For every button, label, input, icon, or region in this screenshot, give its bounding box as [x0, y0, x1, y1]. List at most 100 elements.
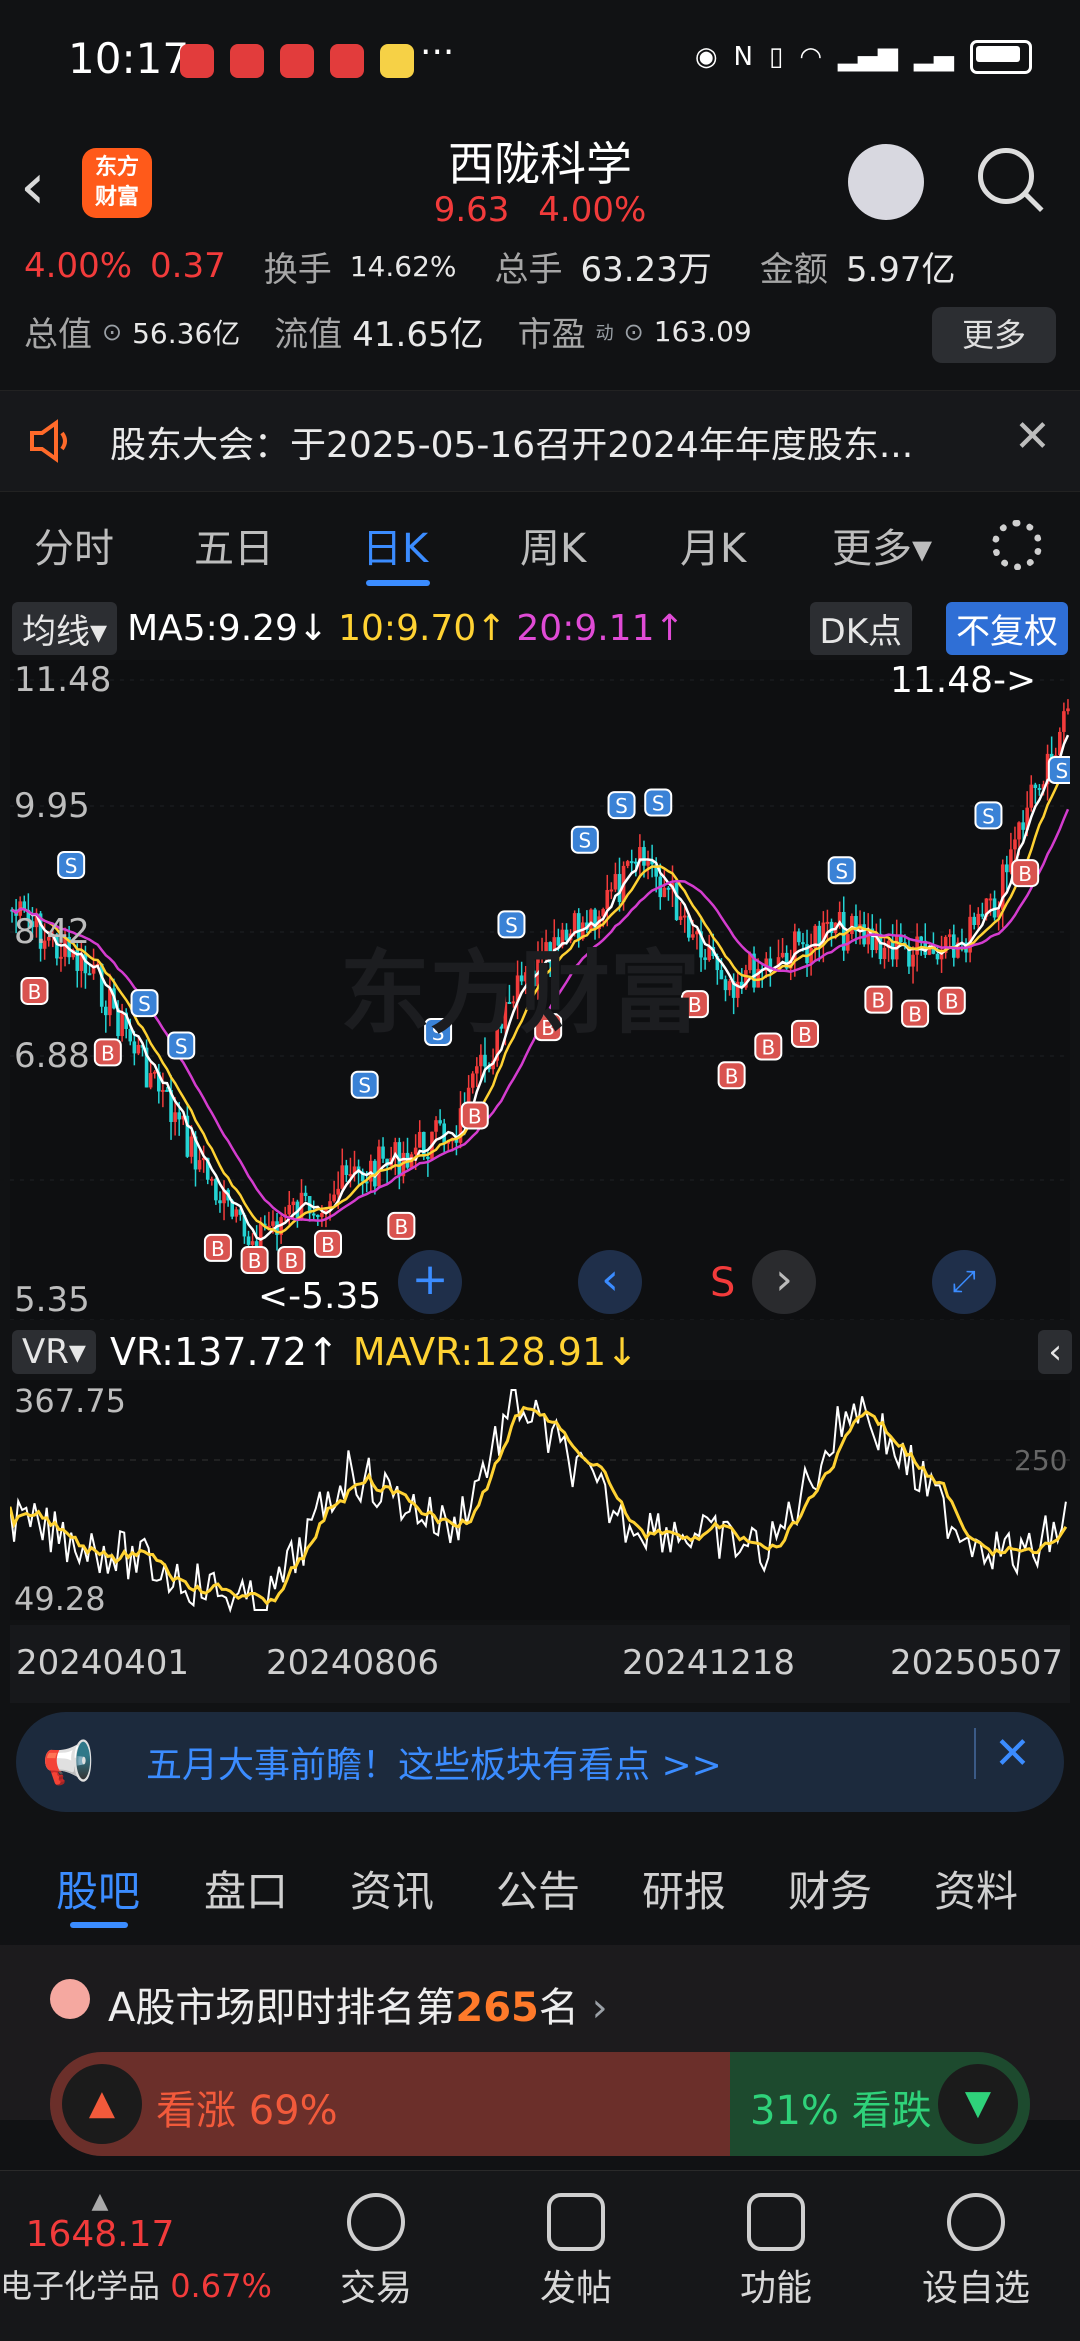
candle-body: [250, 1241, 255, 1245]
tab-research[interactable]: 研报: [642, 1858, 726, 1919]
candle-body: [303, 1192, 308, 1197]
candle-body: [120, 1012, 124, 1037]
candle-body: [947, 934, 952, 937]
tab-five-day[interactable]: 五日: [194, 516, 274, 574]
sentiment-bar: ▲ 看涨 69% 31% 看跌 ▼: [50, 2052, 1030, 2156]
candle-body: [197, 1160, 202, 1170]
watermark: 东方财富: [340, 941, 700, 1046]
candle-body: [988, 898, 993, 901]
megaphone-icon: 📢: [42, 1738, 95, 1787]
ma-select[interactable]: 均线▾: [12, 601, 118, 655]
bull-label: 看涨 69%: [156, 2088, 338, 2134]
buy-marker-label: B: [101, 1041, 115, 1065]
vr-svg: [8, 1389, 1070, 1614]
pe-value: 163.09: [653, 315, 752, 348]
candle-body: [311, 1213, 316, 1216]
promo-banner[interactable]: 📢 五月大事前瞻！这些板块有看点 >> ✕: [16, 1712, 1064, 1812]
tab-more[interactable]: 更多▾: [832, 516, 932, 574]
ranking-icon: [50, 1979, 90, 2019]
candle-body: [87, 973, 92, 976]
nav-add-watchlist[interactable]: 设自选: [876, 2171, 1076, 2341]
nav-trade[interactable]: 交易: [276, 2171, 476, 2341]
notice-bar[interactable]: 股东大会：于2025-05-16召开2024年年度股东... ✕: [0, 390, 1080, 492]
date-axis: 20240401 20240806 20241218 20250507: [10, 1625, 1070, 1703]
adjust-button[interactable]: 不复权: [946, 601, 1068, 655]
vr-select[interactable]: VR▾: [12, 1330, 96, 1374]
date-label: 20240806: [266, 1643, 440, 1683]
dk-button[interactable]: DK点: [809, 601, 912, 655]
tab-pankou[interactable]: 盘口: [204, 1858, 288, 1919]
next-button[interactable]: ›: [752, 1250, 816, 1314]
more-button[interactable]: 更多: [932, 307, 1056, 363]
turnover-value: 14.62%: [349, 249, 457, 283]
robot-assistant-icon[interactable]: [848, 144, 924, 220]
tab-announcements[interactable]: 公告: [496, 1858, 580, 1919]
status-bar: 10:17 ··· ◉ N ▯ ◠ ▂▄▆ ▂▄: [0, 0, 1080, 120]
candle-body: [177, 1112, 181, 1120]
more-notifications-icon: ···: [420, 32, 455, 73]
vibrate-icon: ▯: [769, 42, 784, 72]
candle-body: [132, 1041, 137, 1054]
notice-text: 股东大会：于2025-05-16召开2024年年度股东...: [110, 425, 914, 466]
fullscreen-icon[interactable]: ⤢: [932, 1250, 996, 1314]
candle-body: [727, 981, 732, 991]
sell-marker-label: S: [1055, 759, 1068, 783]
nav-functions[interactable]: 功能: [676, 2171, 876, 2341]
ranking-text: A股市场即时排名第265名 ›: [108, 1975, 608, 2033]
tab-profile[interactable]: 资料: [934, 1858, 1018, 1919]
candle-body: [59, 956, 63, 959]
bottom-nav: ▲ 1648.17 电子化学品 0.67% 交易 发帖 功能 设自选: [0, 2170, 1080, 2341]
vr-chart[interactable]: 367.75 49.28 250: [8, 1380, 1070, 1620]
tab-guba[interactable]: 股吧: [56, 1858, 140, 1919]
tab-news[interactable]: 资讯: [350, 1858, 434, 1919]
date-label: 20240401: [16, 1643, 190, 1683]
candle-body: [629, 861, 634, 864]
prev-button[interactable]: ‹: [578, 1250, 642, 1314]
candle-body: [189, 1136, 194, 1157]
candle-body: [919, 936, 923, 941]
gear-icon[interactable]: [992, 520, 1042, 570]
signal-icon: ▂▄: [914, 42, 954, 72]
index-item[interactable]: ▲ 1648.17 电子化学品 0.67%: [0, 2171, 272, 2341]
sell-marker-label: S: [835, 859, 848, 883]
collapse-button[interactable]: ‹: [1038, 1330, 1072, 1374]
notification-icon: [180, 44, 214, 78]
bull-arrow-icon[interactable]: ▲: [62, 2064, 142, 2144]
stock-price: 9.63: [433, 190, 510, 230]
amount-label: 金额: [759, 249, 828, 290]
nav-post[interactable]: 发帖: [476, 2171, 676, 2341]
ranking-number: 265: [455, 1985, 539, 2031]
tab-finance[interactable]: 财务: [788, 1858, 872, 1919]
candle-body: [320, 1213, 324, 1217]
sell-marker-label: S: [615, 794, 628, 818]
stock-stats: 4.00% 0.37 换手 14.62% 总手 63.23万 金额 5.97亿 …: [0, 245, 1080, 390]
notification-icon: [280, 44, 314, 78]
nav-add-watchlist-label: 设自选: [921, 2268, 1030, 2309]
search-icon[interactable]: [978, 148, 1034, 204]
candle-body: [882, 947, 887, 960]
tab-weekly-k[interactable]: 周K: [520, 516, 586, 574]
candle-body: [234, 1209, 239, 1217]
candle-body: [246, 1236, 251, 1245]
candle-body: [935, 953, 940, 960]
tab-daily-k[interactable]: 日K: [362, 516, 428, 574]
close-icon[interactable]: ✕: [974, 1728, 1031, 1779]
zoom-in-button[interactable]: +: [398, 1250, 462, 1314]
mktcap-value: 56.36亿: [132, 316, 241, 350]
close-icon[interactable]: ✕: [1014, 411, 1051, 462]
tab-monthly-k[interactable]: 月K: [680, 516, 746, 574]
price-label-max: 11.48: [14, 660, 112, 700]
bear-arrow-icon[interactable]: ▼: [938, 2064, 1018, 2144]
kline-chart[interactable]: BSBSSBBBBSBSBSBSSSBBBBSBBBSBS 11.48 9.95…: [10, 660, 1076, 1321]
tab-underline: [366, 580, 430, 586]
price-label: 8.42: [14, 912, 90, 952]
candle-body: [340, 1165, 345, 1189]
candle-body: [417, 1131, 422, 1148]
candle-body: [1021, 822, 1025, 830]
sell-marker-label: S: [578, 829, 591, 853]
vr-value: VR:137.72↑: [109, 1330, 339, 1374]
bull-section[interactable]: [50, 2052, 740, 2156]
vr-indicator-header: VR▾ VR:137.72↑ MAVR:128.91↓ ‹: [0, 1324, 1080, 1380]
tab-intraday[interactable]: 分时: [34, 516, 114, 574]
speaker-icon: [30, 419, 67, 463]
